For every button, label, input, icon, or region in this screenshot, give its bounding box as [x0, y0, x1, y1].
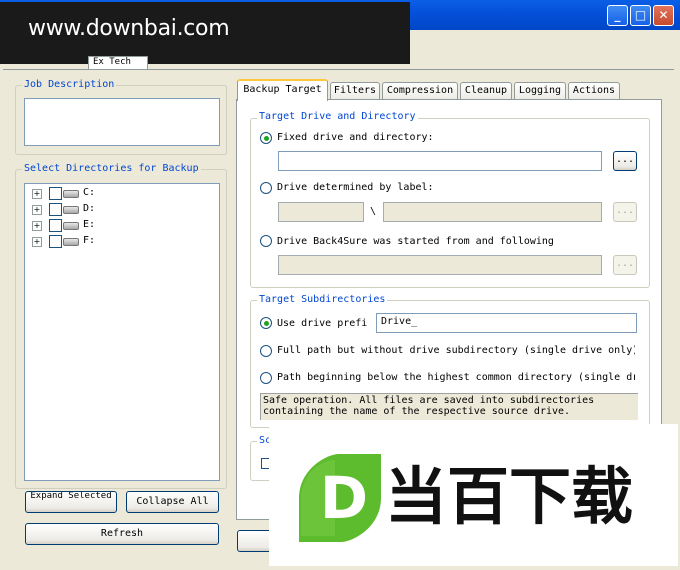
full-path-label: Full path but without drive subdirectory…	[277, 345, 635, 356]
tab-compression[interactable]: Compression	[382, 82, 458, 99]
tab-filters[interactable]: Filters	[330, 82, 380, 99]
expand-icon[interactable]: +	[32, 221, 42, 231]
tab-actions[interactable]: Actions	[568, 82, 620, 99]
drive-checkbox[interactable]	[49, 187, 62, 200]
tab-logging[interactable]: Logging	[514, 82, 566, 99]
tree-item-f[interactable]: + F:	[32, 234, 132, 250]
logo-text: 当百下载	[385, 460, 634, 533]
maximize-button[interactable]: □	[630, 5, 651, 26]
logo-watermark: D 当百下载	[269, 424, 678, 566]
collapse-all-button[interactable]: Collapse All	[126, 491, 219, 513]
refresh-button[interactable]: Refresh	[25, 523, 219, 545]
maximize-icon: □	[634, 8, 647, 22]
close-icon: ✕	[658, 8, 669, 22]
tab-backup-target[interactable]: Backup Target	[237, 79, 328, 101]
browse-label-button[interactable]: ...	[613, 202, 637, 222]
drive-label: C:	[83, 187, 96, 198]
started-from-radio[interactable]	[260, 235, 272, 247]
tree-item-c[interactable]: + C:	[32, 186, 132, 202]
target-drive-label: Target Drive and Directory	[257, 111, 418, 122]
common-path-label: Path beginning below the highest common …	[277, 372, 635, 383]
use-prefix-label: Use drive prefi	[277, 318, 368, 329]
tab-strip-line	[3, 69, 674, 70]
drive-checkbox[interactable]	[49, 235, 62, 248]
description-box: Safe operation. All files are saved into…	[260, 393, 638, 420]
drive-label: E:	[83, 219, 96, 230]
tab-cleanup[interactable]: Cleanup	[460, 82, 512, 99]
path-separator: \	[370, 206, 377, 217]
full-path-radio[interactable]	[260, 345, 272, 357]
minimize-button[interactable]: _	[607, 5, 628, 26]
drive-label-input[interactable]	[278, 202, 364, 222]
expand-icon[interactable]: +	[32, 237, 42, 247]
close-button[interactable]: ✕	[653, 5, 674, 26]
drive-icon	[63, 222, 79, 230]
started-from-input[interactable]	[278, 255, 602, 275]
label-directory-input[interactable]	[383, 202, 602, 222]
drive-label: F:	[83, 235, 96, 246]
drive-label: D:	[83, 203, 96, 214]
fixed-directory-input[interactable]	[278, 151, 602, 171]
browse-fixed-button[interactable]: ...	[613, 151, 637, 171]
tree-item-e[interactable]: + E:	[32, 218, 132, 234]
drive-checkbox[interactable]	[49, 219, 62, 232]
started-from-label: Drive Back4Sure was started from and fol…	[277, 236, 554, 247]
top-tab-2[interactable]: Ex Tech	[88, 56, 148, 70]
job-description-label: Job Description	[22, 79, 117, 90]
drive-icon	[63, 190, 79, 198]
expand-selected-button[interactable]: Expand Selected	[25, 491, 117, 513]
drive-icon	[63, 238, 79, 246]
prefix-input[interactable]: Drive_	[376, 313, 637, 333]
expand-icon[interactable]: +	[32, 205, 42, 215]
tree-item-d[interactable]: + D:	[32, 202, 132, 218]
common-path-radio[interactable]	[260, 372, 272, 384]
logo-letter: D	[319, 464, 369, 532]
watermark-banner: www.downbai.com	[0, 2, 410, 64]
drive-checkbox[interactable]	[49, 203, 62, 216]
minimize-icon: _	[614, 8, 621, 22]
drive-icon	[63, 206, 79, 214]
fixed-drive-radio[interactable]	[260, 132, 272, 144]
job-description-field[interactable]	[24, 98, 220, 146]
expand-icon[interactable]: +	[32, 189, 42, 199]
use-prefix-radio[interactable]	[260, 317, 272, 329]
fixed-drive-label: Fixed drive and directory:	[277, 132, 434, 143]
browse-started-button[interactable]: ...	[613, 255, 637, 275]
drive-by-label-label: Drive determined by label:	[277, 182, 434, 193]
target-subdirs-label: Target Subdirectories	[257, 294, 388, 305]
directories-label: Select Directories for Backup	[22, 163, 201, 174]
drive-by-label-radio[interactable]	[260, 182, 272, 194]
